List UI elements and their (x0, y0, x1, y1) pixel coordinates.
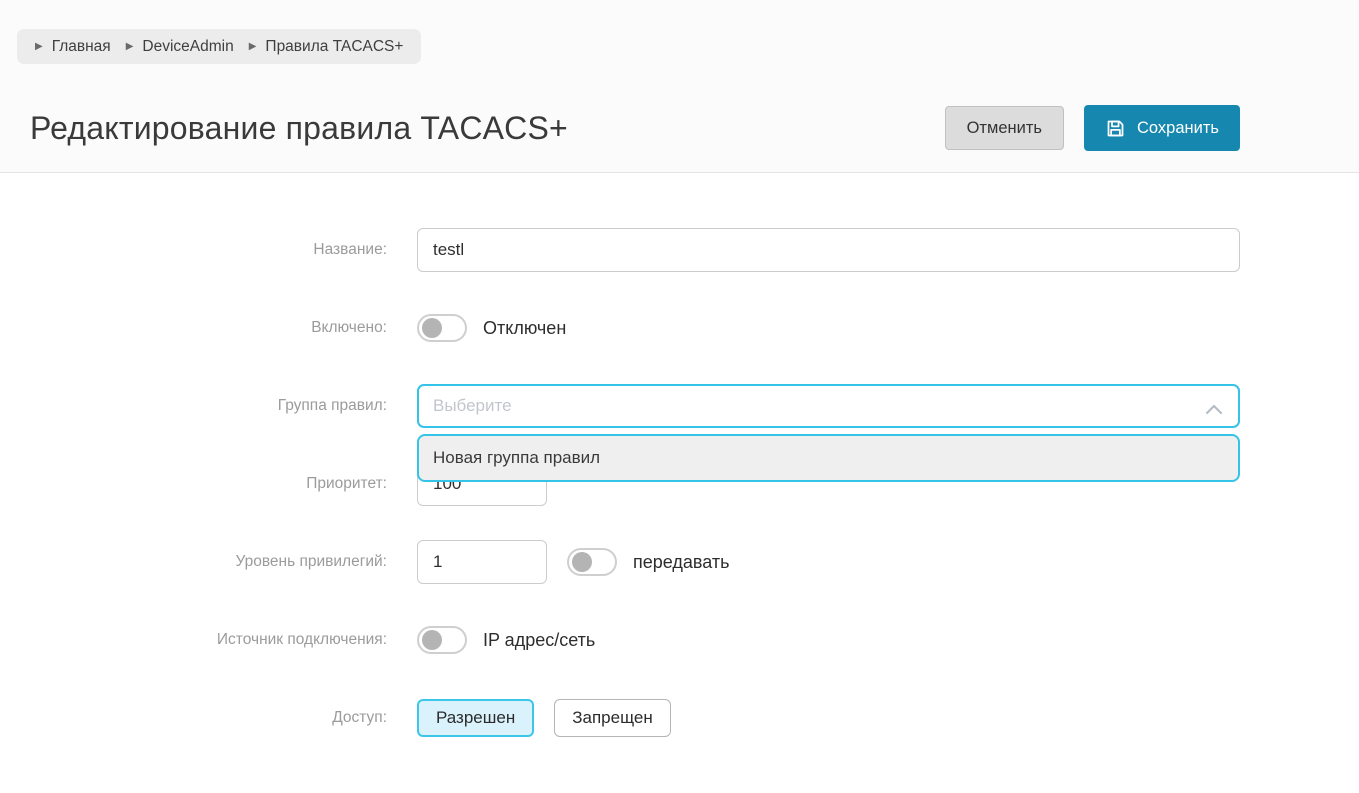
page-header: ▶ Главная ▶ DeviceAdmin ▶ Правила TACACS… (0, 0, 1359, 173)
rule-group-label: Группа правил: (0, 397, 417, 415)
privilege-propagate-label: передавать (633, 552, 730, 573)
name-input[interactable] (417, 228, 1240, 272)
breadcrumb-arrow-icon: ▶ (126, 42, 134, 52)
enabled-toggle[interactable] (417, 314, 467, 342)
form-row-rule-group: Группа правил: Выберите Новая группа пра… (0, 384, 1359, 428)
save-button-label: Сохранить (1137, 119, 1219, 138)
dropdown-option-new-group[interactable]: Новая группа правил (419, 436, 1238, 480)
access-denied-button[interactable]: Запрещен (554, 699, 670, 737)
breadcrumb-arrow-icon: ▶ (35, 42, 43, 52)
form-row-privilege-level: Уровень привилегий: передавать (0, 540, 1359, 584)
form-row-access: Доступ: Разрешен Запрещен (0, 696, 1359, 740)
toggle-knob (422, 630, 442, 650)
toggle-knob (422, 318, 442, 338)
breadcrumb-label: DeviceAdmin (142, 38, 233, 56)
enabled-state-label: Отключен (483, 318, 566, 339)
cancel-button[interactable]: Отменить (945, 106, 1064, 150)
header-actions: Отменить Сохранить (945, 105, 1240, 151)
floppy-disk-icon (1105, 118, 1126, 139)
form-row-connection-source: Источник подключения: IP адрес/сеть (0, 618, 1359, 662)
breadcrumb-item-deviceadmin[interactable]: ▶ DeviceAdmin (126, 38, 234, 56)
privilege-propagate-toggle[interactable] (567, 548, 617, 576)
breadcrumb-label: Правила TACACS+ (265, 38, 403, 56)
breadcrumb: ▶ Главная ▶ DeviceAdmin ▶ Правила TACACS… (17, 29, 421, 64)
connection-source-toggle[interactable] (417, 626, 467, 654)
breadcrumb-item-tacacs-rules[interactable]: ▶ Правила TACACS+ (249, 38, 404, 56)
privilege-level-input[interactable] (417, 540, 547, 584)
breadcrumb-label: Главная (52, 38, 111, 56)
connection-source-mode-label: IP адрес/сеть (483, 630, 595, 651)
form-row-enabled: Включено: Отключен (0, 306, 1359, 350)
enabled-label: Включено: (0, 319, 417, 337)
save-button[interactable]: Сохранить (1084, 105, 1240, 151)
rule-group-placeholder: Выберите (433, 396, 512, 416)
rule-group-select[interactable]: Выберите (417, 384, 1240, 428)
connection-source-label: Источник подключения: (0, 631, 417, 649)
privilege-level-label: Уровень привилегий: (0, 553, 417, 571)
access-allowed-button[interactable]: Разрешен (417, 699, 534, 737)
toggle-knob (572, 552, 592, 572)
name-label: Название: (0, 241, 417, 259)
page-title: Редактирование правила TACACS+ (30, 110, 568, 147)
breadcrumb-arrow-icon: ▶ (249, 42, 257, 52)
access-label: Доступ: (0, 709, 417, 727)
tacacs-rule-form: Название: Включено: Отключен Группа прав… (0, 173, 1359, 740)
form-row-name: Название: (0, 228, 1359, 272)
rule-group-dropdown: Новая группа правил (417, 434, 1240, 482)
breadcrumb-item-home[interactable]: ▶ Главная (35, 38, 111, 56)
priority-label: Приоритет: (0, 475, 417, 493)
chevron-up-icon (1206, 401, 1222, 411)
